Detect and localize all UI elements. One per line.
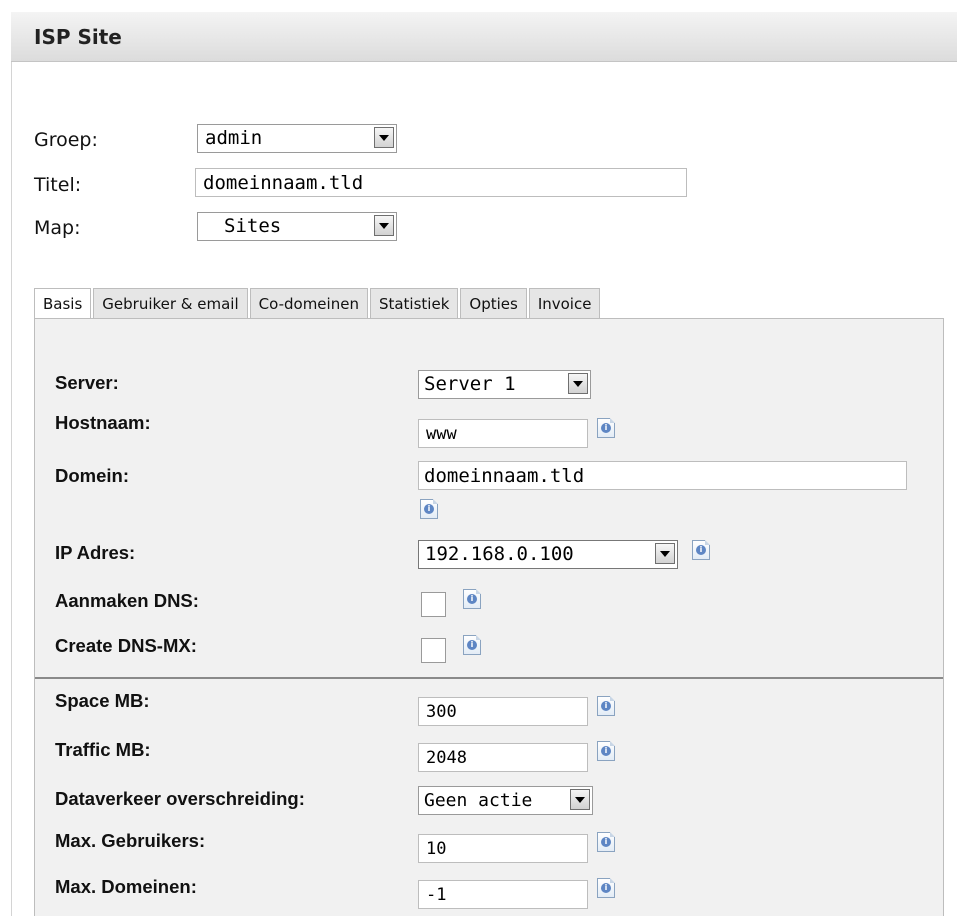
tab-co-domeinen[interactable]: Co-domeinen <box>249 288 368 319</box>
traffic-mb-value: 2048 <box>426 748 467 768</box>
frame-border <box>11 62 12 916</box>
space-mb-input[interactable]: 300 <box>418 697 588 726</box>
titel-value: domeinnaam.tld <box>203 172 364 194</box>
ip-adres-value: 192.168.0.100 <box>425 543 574 565</box>
tab-opties[interactable]: Opties <box>460 288 527 319</box>
tab-gebruiker-email[interactable]: Gebruiker & email <box>93 288 248 319</box>
page-title: ISP Site <box>34 25 122 49</box>
info-icon[interactable]: i <box>420 499 438 519</box>
traffic-mb-label: Traffic MB: <box>55 739 151 760</box>
max-domeinen-input[interactable]: -1 <box>418 880 588 909</box>
chevron-down-icon[interactable] <box>374 127 394 148</box>
chevron-down-icon[interactable] <box>655 543 675 564</box>
space-mb-label: Space MB: <box>55 690 150 711</box>
space-mb-value: 300 <box>426 702 457 722</box>
titel-label: Titel: <box>34 174 82 196</box>
chevron-down-icon[interactable] <box>568 373 588 394</box>
tab-invoice[interactable]: Invoice <box>528 288 601 319</box>
dataverkeer-value: Geen actie <box>424 790 533 811</box>
titel-input[interactable]: domeinnaam.tld <box>195 168 687 197</box>
groep-value: admin <box>205 127 263 149</box>
aanmaken-dns-checkbox[interactable] <box>421 592 446 617</box>
dataverkeer-select[interactable]: Geen actie <box>418 786 593 815</box>
server-value: Server 1 <box>424 373 516 395</box>
map-value: Sites <box>224 215 282 237</box>
ip-adres-select[interactable]: 192.168.0.100 <box>418 540 678 569</box>
info-icon[interactable]: i <box>597 832 615 852</box>
tab-statistiek[interactable]: Statistiek <box>369 288 459 319</box>
traffic-mb-input[interactable]: 2048 <box>418 743 588 772</box>
max-gebruikers-input[interactable]: 10 <box>418 834 588 863</box>
info-icon[interactable]: i <box>692 540 710 560</box>
create-dns-mx-checkbox[interactable] <box>421 638 446 663</box>
chevron-down-icon[interactable] <box>374 215 394 236</box>
groep-label: Groep: <box>34 129 98 151</box>
tab-bar: Basis Gebruiker & email Co-domeinen Stat… <box>34 288 602 319</box>
groep-select[interactable]: admin <box>197 124 397 153</box>
dataverkeer-label: Dataverkeer overschreiding: <box>55 788 305 809</box>
max-domeinen-label: Max. Domeinen: <box>55 876 197 897</box>
max-gebruikers-label: Max. Gebruikers: <box>55 830 206 851</box>
server-label: Server: <box>55 372 119 393</box>
info-icon[interactable]: i <box>463 589 481 609</box>
map-label: Map: <box>34 217 81 239</box>
domein-input[interactable]: domeinnaam.tld <box>418 461 907 490</box>
domein-value: domeinnaam.tld <box>424 465 585 487</box>
info-icon[interactable]: i <box>597 696 615 716</box>
max-domeinen-value: -1 <box>426 885 447 905</box>
domein-label: Domein: <box>55 465 129 486</box>
window-header: ISP Site <box>11 12 957 62</box>
info-icon[interactable]: i <box>463 635 481 655</box>
server-select[interactable]: Server 1 <box>418 370 591 399</box>
hostnaam-value: www <box>426 424 457 444</box>
tab-panel-basis <box>34 318 944 916</box>
hostnaam-label: Hostnaam: <box>55 412 151 433</box>
hostnaam-input[interactable]: www <box>418 419 588 448</box>
section-divider <box>35 677 943 679</box>
map-select[interactable]: Sites <box>197 212 397 241</box>
aanmaken-dns-label: Aanmaken DNS: <box>55 590 199 611</box>
create-dns-mx-label: Create DNS-MX: <box>55 635 197 656</box>
chevron-down-icon[interactable] <box>570 789 590 810</box>
info-icon[interactable]: i <box>597 741 615 761</box>
tab-basis[interactable]: Basis <box>34 288 92 319</box>
info-icon[interactable]: i <box>597 878 615 898</box>
ip-adres-label: IP Adres: <box>55 542 136 563</box>
max-gebruikers-value: 10 <box>426 839 447 859</box>
info-icon[interactable]: i <box>597 418 615 438</box>
